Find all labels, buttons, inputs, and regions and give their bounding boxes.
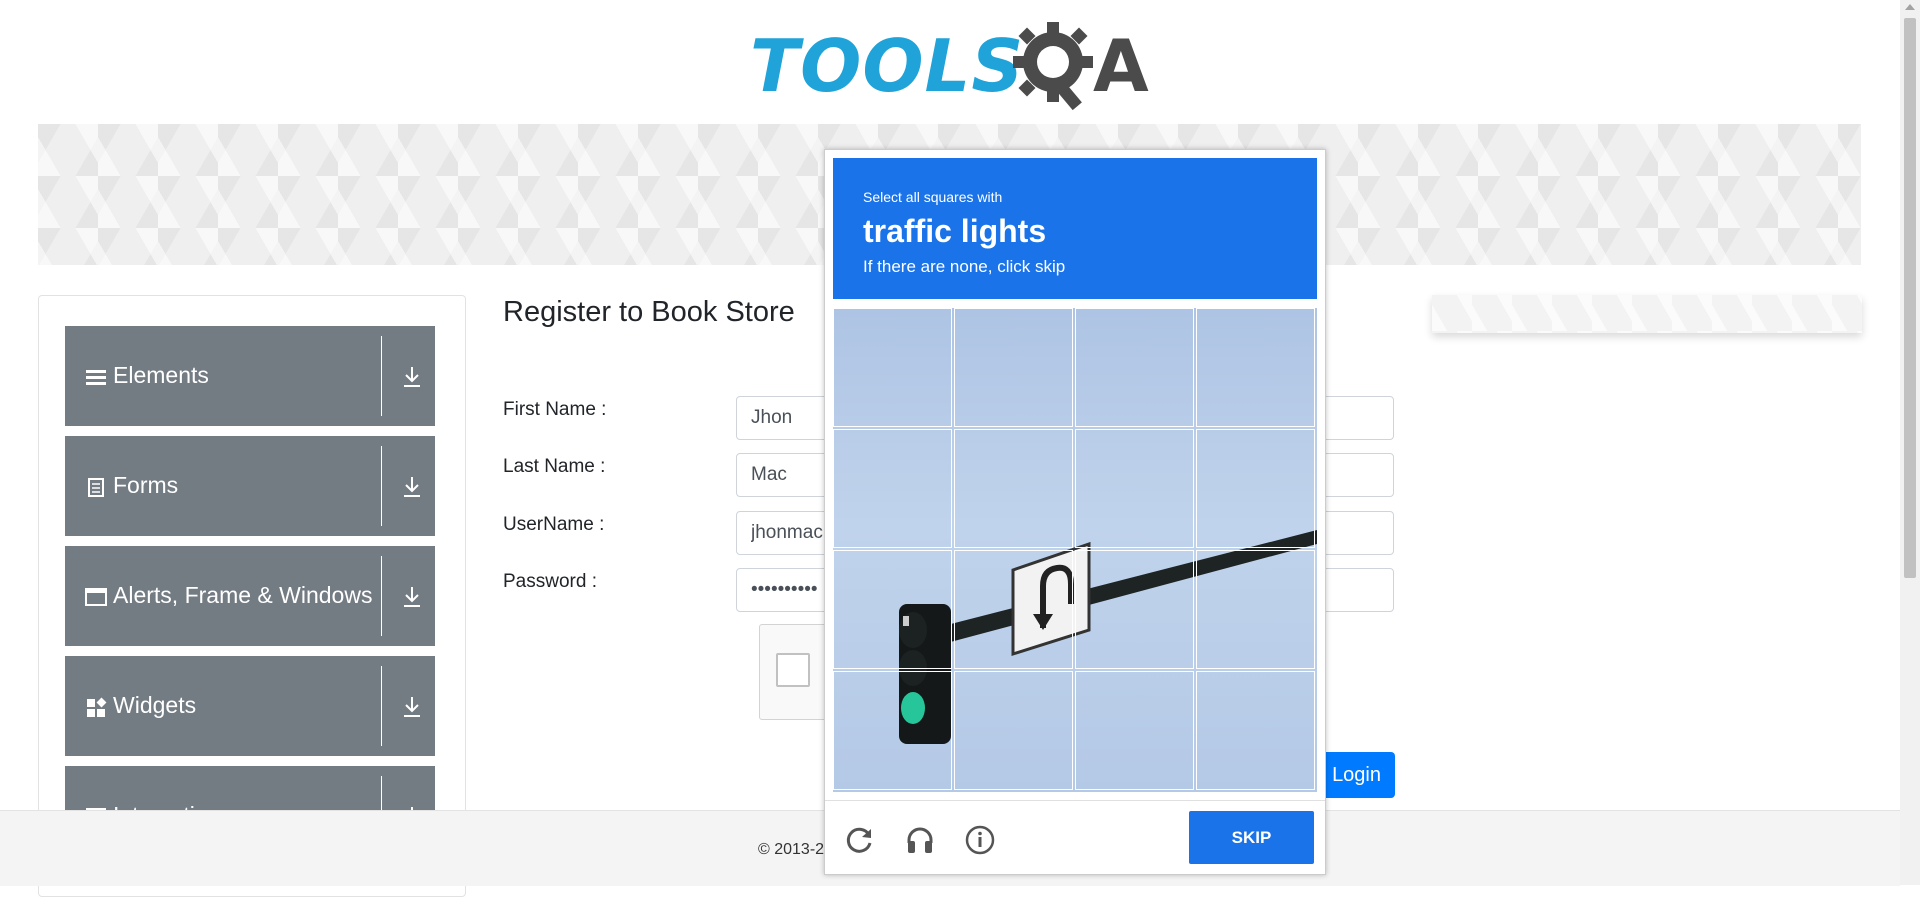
captcha-tile[interactable] <box>1196 429 1315 548</box>
captcha-image-grid <box>833 308 1317 792</box>
gear-icon <box>1013 22 1093 111</box>
logo-text: TOOLS <box>750 24 1025 108</box>
recaptcha-checkbox[interactable] <box>776 653 810 687</box>
captcha-tile[interactable] <box>954 550 1073 669</box>
captcha-challenge: Select all squares with traffic lights I… <box>824 149 1326 875</box>
captcha-header: Select all squares with traffic lights I… <box>833 158 1317 299</box>
scrollbar[interactable] <box>1900 0 1920 885</box>
sidebar-group-label: Forms <box>113 472 179 498</box>
captcha-tile[interactable] <box>1196 671 1315 790</box>
logo-text-suffix: A <box>1093 24 1149 108</box>
captcha-tile[interactable] <box>833 671 952 790</box>
reload-icon[interactable] <box>845 825 875 855</box>
captcha-tile[interactable] <box>954 429 1073 548</box>
sidebar-group-elements[interactable]: Elements <box>65 326 435 426</box>
captcha-instruction: Select all squares with <box>863 189 1003 205</box>
captcha-tile[interactable] <box>1075 308 1194 427</box>
captcha-tile[interactable] <box>1196 550 1315 669</box>
password-label: Password : <box>503 571 597 592</box>
download-icon <box>404 477 420 497</box>
divider <box>381 336 382 416</box>
info-icon[interactable] <box>965 825 995 855</box>
captcha-tile[interactable] <box>833 308 952 427</box>
scroll-up-arrow-icon[interactable] <box>1905 4 1915 10</box>
first-name-label: First Name : <box>503 399 607 420</box>
username-label: UserName : <box>503 514 605 535</box>
document-icon <box>85 476 107 498</box>
sidebar-group-alerts-frame-windows[interactable]: Alerts, Frame & Windows <box>65 546 435 646</box>
sidebar-group-label: Widgets <box>113 692 197 718</box>
divider <box>381 556 382 636</box>
captcha-hint: If there are none, click skip <box>863 257 1066 276</box>
download-icon <box>404 587 420 607</box>
captcha-target: traffic lights <box>863 213 1047 249</box>
download-icon <box>404 697 420 717</box>
captcha-tile[interactable] <box>954 308 1073 427</box>
last-name-label: Last Name : <box>503 456 606 477</box>
sidebar-group-forms[interactable]: Forms <box>65 436 435 536</box>
captcha-tile[interactable] <box>1075 671 1194 790</box>
sidebar-group-label: Alerts, Frame & Windows <box>113 582 373 608</box>
scrollbar-thumb[interactable] <box>1904 18 1916 578</box>
toolsqa-logo[interactable]: TOOLS A <box>750 18 1155 118</box>
widgets-icon <box>85 696 107 718</box>
page-title: Register to Book Store <box>503 296 795 328</box>
audio-icon[interactable] <box>905 825 935 855</box>
captcha-tile[interactable] <box>954 671 1073 790</box>
divider <box>381 666 382 746</box>
window-icon <box>85 586 107 608</box>
divider <box>381 446 382 526</box>
captcha-tile[interactable] <box>1075 429 1194 548</box>
captcha-tile[interactable] <box>833 429 952 548</box>
sidebar: Elements Forms Alerts, Frame & Windows W… <box>38 295 466 897</box>
skip-button[interactable]: SKIP <box>1189 811 1314 864</box>
right-ad-banner <box>1432 295 1862 333</box>
captcha-tile[interactable] <box>1196 308 1315 427</box>
sidebar-group-widgets[interactable]: Widgets <box>65 656 435 756</box>
hamburger-icon <box>85 366 107 388</box>
captcha-tile[interactable] <box>833 550 952 669</box>
sidebar-group-label: Elements <box>113 362 209 388</box>
captcha-footer: SKIP <box>825 800 1325 875</box>
captcha-tile[interactable] <box>1075 550 1194 669</box>
download-icon <box>404 367 420 387</box>
